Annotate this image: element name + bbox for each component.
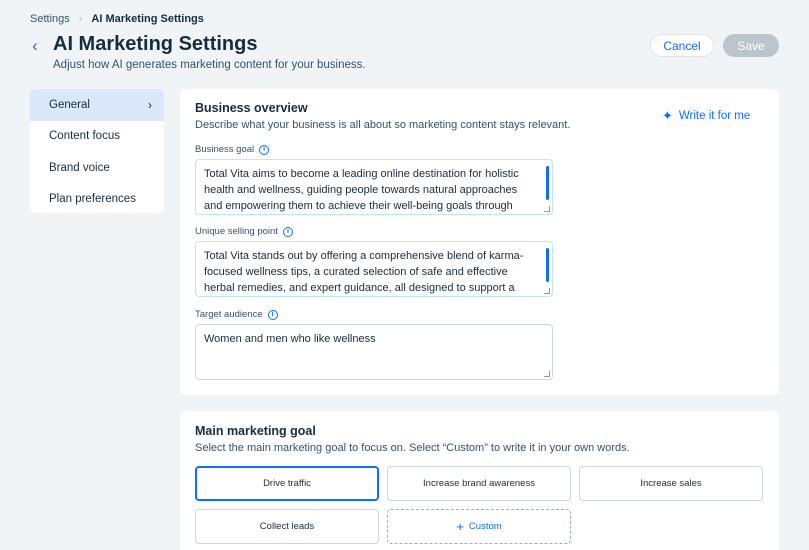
breadcrumb-current: AI Marketing Settings: [91, 13, 204, 25]
sidebar-item-label: Content focus: [49, 130, 120, 143]
sidebar-item-label: General: [49, 98, 90, 111]
business-goal-field[interactable]: Total Vita aims to become a leading onli…: [195, 159, 553, 215]
unique-selling-point-label-text: Unique selling point: [195, 226, 278, 237]
business-overview-description: Describe what your business is all about…: [195, 119, 571, 131]
sidebar-item-general[interactable]: General ›: [30, 89, 164, 121]
settings-sidebar: General › Content focus Brand voice Plan…: [30, 89, 164, 213]
info-icon[interactable]: i: [267, 309, 278, 320]
sidebar-item-label: Plan preferences: [49, 193, 136, 206]
resize-handle-icon[interactable]: [544, 206, 550, 212]
business-overview-card: Business overview Describe what your bus…: [180, 89, 779, 395]
business-goal-label-text: Business goal: [195, 144, 255, 155]
chevron-right-icon: ›: [148, 97, 152, 112]
page-title: AI Marketing Settings: [53, 33, 258, 55]
main-marketing-goal-card: Main marketing goal Select the main mark…: [180, 411, 779, 550]
unique-selling-point-label: Unique selling point i: [195, 226, 293, 237]
target-audience-label: Target audience i: [195, 309, 278, 320]
cancel-button[interactable]: Cancel: [650, 34, 714, 57]
goal-option-increase-sales[interactable]: Increase sales: [579, 466, 763, 501]
scrollbar[interactable]: [546, 248, 549, 282]
breadcrumb-settings-link[interactable]: Settings: [30, 13, 70, 25]
sidebar-item-brand-voice[interactable]: Brand voice: [30, 152, 164, 184]
save-button[interactable]: Save: [723, 34, 779, 57]
breadcrumb: Settings › AI Marketing Settings: [30, 13, 204, 25]
resize-handle-icon[interactable]: [544, 371, 550, 377]
sidebar-item-plan-preferences[interactable]: Plan preferences: [30, 184, 164, 214]
goal-option-custom[interactable]: + Custom: [387, 509, 571, 544]
resize-handle-icon[interactable]: [544, 288, 550, 294]
goal-option-custom-label: Custom: [468, 521, 502, 532]
goal-option-collect-leads[interactable]: Collect leads: [195, 509, 379, 544]
plus-icon: +: [456, 519, 464, 534]
target-audience-field[interactable]: Women and men who like wellness: [195, 324, 553, 380]
chevron-right-icon: ›: [78, 13, 83, 25]
goal-option-increase-brand-awareness[interactable]: Increase brand awareness: [387, 466, 571, 501]
sidebar-item-content-focus[interactable]: Content focus: [30, 121, 164, 153]
unique-selling-point-value: Total Vita stands out by offering a comp…: [204, 250, 524, 294]
business-overview-title: Business overview: [195, 101, 308, 115]
goal-option-drive-traffic[interactable]: Drive traffic: [195, 466, 379, 501]
main-marketing-goal-title: Main marketing goal: [195, 424, 316, 438]
scrollbar[interactable]: [546, 166, 549, 200]
sparkle-icon: ✦: [662, 108, 673, 123]
back-arrow-icon[interactable]: ‹: [27, 36, 43, 55]
business-goal-value: Total Vita aims to become a leading onli…: [204, 168, 519, 212]
main-marketing-goal-description: Select the main marketing goal to focus …: [195, 442, 630, 454]
target-audience-value: Women and men who like wellness: [204, 333, 376, 345]
unique-selling-point-field[interactable]: Total Vita stands out by offering a comp…: [195, 241, 553, 297]
page-subtitle: Adjust how AI generates marketing conten…: [53, 59, 366, 71]
sidebar-item-label: Brand voice: [49, 161, 110, 174]
write-it-for-me-button[interactable]: ✦ Write it for me: [662, 108, 750, 124]
business-goal-label: Business goal i: [195, 144, 270, 155]
target-audience-label-text: Target audience: [195, 309, 263, 320]
write-it-for-me-label: Write it for me: [678, 110, 751, 122]
info-icon[interactable]: i: [282, 226, 293, 237]
info-icon[interactable]: i: [259, 144, 270, 155]
